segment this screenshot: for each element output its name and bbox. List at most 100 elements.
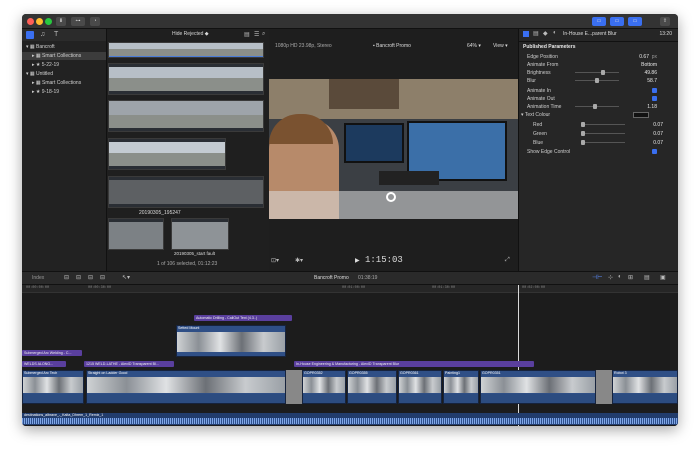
playhead[interactable] — [518, 285, 519, 426]
title-clip[interactable]: 1215 WELD-LATHE - AlexID Transparent Bl.… — [84, 361, 174, 367]
green-slider-knob[interactable] — [581, 131, 585, 136]
browser-clip[interactable] — [108, 63, 264, 95]
animation-time-knob[interactable] — [593, 104, 597, 109]
title-clip[interactable]: In-House Engineering & Manufacturing - A… — [294, 361, 534, 367]
photos-icon[interactable]: ♫ — [40, 31, 45, 38]
red-slider-knob[interactable] — [581, 122, 585, 127]
library-item[interactable]: ▾ ▦ Untitled — [22, 70, 106, 78]
video-frame[interactable] — [269, 79, 518, 219]
timeline-ruler[interactable]: 00:00:00:00 00:00:30:00 00:01:00:00 00:0… — [22, 285, 678, 293]
viewer-panel: 1080p HD 23.98p, Stereo ▪ Bancroft Promo… — [269, 41, 518, 271]
library-item[interactable]: ▸ ▦ Smart Collections — [22, 52, 106, 60]
audio-tab-icon[interactable]: ◆ — [543, 30, 548, 37]
param-edge-position[interactable]: Edge Position 0.67 px — [527, 53, 677, 61]
transform-icon[interactable]: ⊡▾ — [271, 257, 279, 264]
clip-appearance-icon[interactable]: ▤ — [644, 274, 650, 281]
timecode-display[interactable]: 1:15:03 — [365, 255, 435, 265]
timeline[interactable]: 00:00:00:00 00:00:30:00 00:01:00:00 00:0… — [22, 285, 678, 426]
play-button[interactable]: ▶ — [355, 257, 360, 264]
library-item[interactable]: ▸ ★ 9-18-19 — [22, 88, 106, 96]
import-icon[interactable]: ⬇ — [56, 17, 66, 26]
clip-appearance-icon[interactable]: ▤ — [244, 31, 250, 38]
blue-slider-knob[interactable] — [581, 140, 585, 145]
index-button[interactable]: Index — [32, 275, 44, 281]
browser-clip[interactable] — [171, 218, 229, 250]
library-item[interactable]: ▾ ▦ Bancroft — [22, 43, 106, 51]
transition[interactable] — [286, 370, 302, 404]
primary-clip[interactable]: GOPR0351 — [480, 370, 596, 404]
titles-icon[interactable]: T — [54, 31, 58, 38]
brightness-slider-knob[interactable] — [601, 70, 605, 75]
view-popup[interactable]: View ▾ — [493, 43, 508, 49]
inspector-tab-icon[interactable] — [523, 31, 529, 37]
overwrite-clip-icon[interactable]: ⊟ — [100, 274, 105, 281]
solo-icon[interactable]: ◐ — [618, 274, 622, 280]
libraries-icon[interactable] — [26, 31, 34, 39]
param-animate-out[interactable]: Animate Out — [527, 95, 677, 103]
title-clip[interactable]: Submerged Arc Welding - C... — [22, 350, 82, 356]
browser-clip[interactable] — [108, 218, 164, 250]
effects-browser-icon[interactable]: ▣ — [660, 274, 666, 281]
browser-clip[interactable] — [108, 138, 226, 170]
param-animate-in[interactable]: Animate In — [527, 87, 677, 95]
param-text-colour[interactable]: ▾ Text Colour — [521, 111, 671, 119]
browser-clip[interactable] — [108, 100, 264, 132]
primary-clip[interactable]: Robot 3 — [612, 370, 678, 404]
param-brightness[interactable]: Brightness 49.86 — [527, 69, 677, 77]
transition[interactable] — [596, 370, 612, 404]
zoom-popup[interactable]: 64% ▾ — [467, 43, 481, 49]
blur-slider-knob[interactable] — [595, 78, 599, 83]
title-clip[interactable]: Automatic Drilling - CallOut Text (4.3..… — [194, 315, 292, 321]
colour-well[interactable] — [633, 112, 649, 118]
info-tab-icon[interactable]: ▤ — [533, 30, 539, 37]
primary-clip[interactable]: GOPR0361 — [398, 370, 442, 404]
filter-popup[interactable]: Hide Rejected ◆ — [172, 31, 237, 39]
primary-clip[interactable]: GOPR0355 — [347, 370, 397, 404]
animate-in-checkbox[interactable] — [652, 88, 657, 93]
insert-clip-icon[interactable]: ⊟ — [76, 274, 81, 281]
published-parameters-heading: Published Parameters — [523, 44, 576, 50]
param-show-edge-control[interactable]: Show Edge Control — [527, 148, 677, 156]
primary-clip[interactable]: GOPR0352 — [302, 370, 346, 404]
browser-clip[interactable] — [108, 176, 264, 208]
param-green[interactable]: Green 0.07 — [533, 130, 678, 138]
animate-out-checkbox[interactable] — [652, 96, 657, 101]
onscreen-control-icon[interactable] — [386, 192, 396, 202]
library-item[interactable]: ▸ ★ 5-22-19 — [22, 61, 106, 69]
layout-browser-icon[interactable]: ▭ — [592, 17, 606, 26]
param-blur[interactable]: Blur 58.7 — [527, 77, 677, 85]
libraries-toolbar: ♫ T — [22, 29, 106, 41]
search-icon[interactable]: ⌕ — [262, 31, 265, 38]
primary-clip[interactable]: Painting1 — [443, 370, 479, 404]
select-tool-icon[interactable]: ↖▾ — [122, 274, 130, 281]
audio-skimming-icon[interactable]: ⊹ — [608, 274, 613, 281]
append-clip-icon[interactable]: ⊟ — [88, 274, 93, 281]
param-red[interactable]: Red 0.07 — [533, 121, 678, 129]
param-animate-from[interactable]: Animate From Bottom — [527, 61, 677, 69]
music-audio-clip[interactable]: destinations_albrave_-_Kalta_Dhrem_1_Rem… — [22, 413, 678, 425]
fullscreen-icon[interactable]: ⤢ — [505, 257, 510, 264]
browser-clip[interactable] — [108, 42, 264, 58]
share-icon[interactable]: ⇧ — [660, 17, 670, 26]
primary-clip[interactable]: Submerged Arc Tech — [22, 370, 84, 404]
param-blue[interactable]: Blue 0.07 — [533, 139, 678, 147]
layout-inspector-icon[interactable]: ▭ — [628, 17, 642, 26]
effects-popup-icon[interactable]: ✱▾ — [295, 257, 303, 264]
list-view-icon[interactable]: ☰ — [254, 31, 259, 38]
keywords-icon[interactable]: ⊶ — [71, 17, 85, 26]
minimize-window-button[interactable] — [36, 18, 43, 25]
zoom-window-button[interactable] — [45, 18, 52, 25]
param-animation-time[interactable]: Animation Time 1.18 — [527, 103, 677, 111]
primary-clip[interactable]: Straight on Ladder Good — [86, 370, 286, 404]
close-window-button[interactable] — [27, 18, 34, 25]
connected-clip[interactable]: Setted Mount — [176, 325, 286, 357]
color-tab-icon[interactable]: ◐ — [553, 30, 557, 36]
library-item[interactable]: ▸ ▦ Smart Collections — [22, 79, 106, 87]
title-clip[interactable]: WELDS ALONG... — [22, 361, 66, 367]
connect-clip-icon[interactable]: ⊟ — [64, 274, 69, 281]
skimming-icon[interactable]: ⊣⊢ — [592, 274, 602, 281]
snapping-icon[interactable]: ⊞ — [628, 274, 633, 281]
show-edge-control-checkbox[interactable] — [652, 149, 657, 154]
layout-timeline-icon[interactable]: ▭ — [610, 17, 624, 26]
background-tasks-icon[interactable]: ◔ — [90, 17, 100, 26]
